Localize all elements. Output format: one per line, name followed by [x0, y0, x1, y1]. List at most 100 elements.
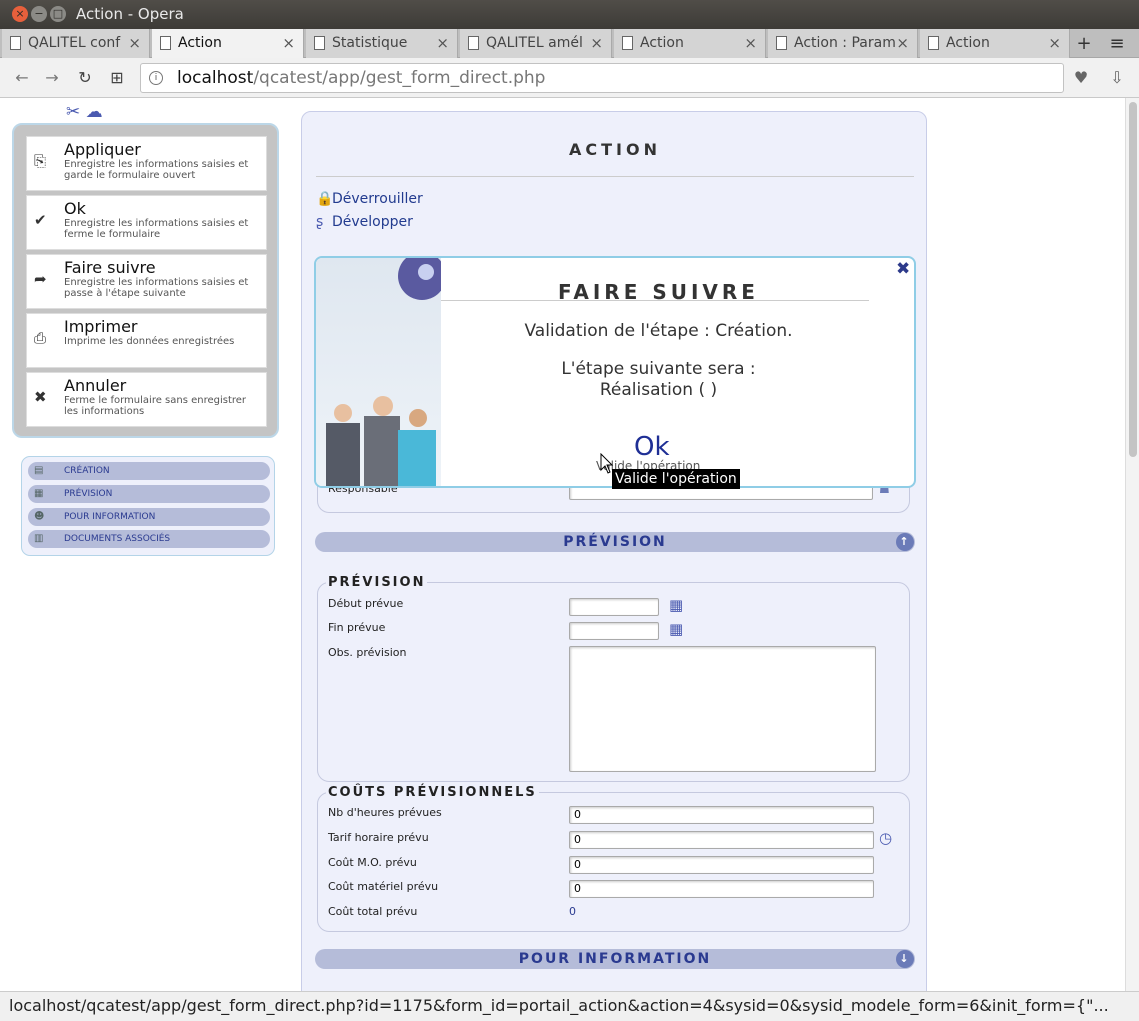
step-label: DOCUMENTS ASSOCIÉS	[64, 534, 171, 544]
download-icon[interactable]: ⇩	[1106, 68, 1128, 87]
step-label: PRÉVISION	[64, 489, 113, 499]
action-label: Faire suivre	[64, 258, 156, 277]
collapse-up-icon[interactable]: ↑	[896, 533, 914, 551]
cout-materiel-label: Coût matériel prévu	[328, 880, 439, 893]
url-path: /qcatest/app/gest_form_direct.php	[253, 68, 546, 88]
checkmark-icon: ✔	[34, 211, 47, 229]
page-content: ✂ ☁ ⎘ Appliquer Enregistre les information…	[0, 98, 1125, 991]
tarif-input[interactable]: 0	[569, 831, 874, 849]
url-host: localhost	[177, 68, 254, 88]
obs-label: Obs. prévision	[328, 646, 407, 659]
unlock-link[interactable]: 🔒Déverrouiller	[316, 191, 423, 207]
section-info-header[interactable]: POUR INFORMATION ↓	[315, 949, 915, 969]
tab-close-icon[interactable]: ×	[128, 34, 141, 52]
heart-icon[interactable]: ♥	[1070, 68, 1092, 87]
step-prevision[interactable]: ▦ PRÉVISION	[28, 485, 270, 503]
fin-date-input[interactable]	[569, 622, 659, 640]
tab-action-param[interactable]: Action : Param ×	[768, 29, 918, 58]
action-description: Imprime les données enregistrées	[64, 336, 235, 347]
apply-button[interactable]: ⎘ Appliquer Enregistre les informations sa…	[26, 136, 267, 191]
step-documents[interactable]: ▥ DOCUMENTS ASSOCIÉS	[28, 530, 270, 548]
tab-action-2[interactable]: Action ×	[614, 29, 766, 58]
edit-icon: ▦	[34, 488, 44, 499]
site-info-icon[interactable]: i	[149, 71, 163, 85]
page-icon	[622, 36, 633, 50]
tab-action-active[interactable]: Action ×	[152, 29, 304, 58]
action-description: Ferme le formulaire sans enregistrer les…	[64, 395, 247, 417]
calendar-icon[interactable]: ▦	[669, 620, 683, 638]
tab-label: Action	[946, 35, 990, 51]
tab-qalitel-conf[interactable]: QALITEL conf ×	[2, 29, 150, 58]
next-step-name: Réalisation ( )	[599, 380, 718, 400]
cout-total-label: Coût total prévu	[328, 905, 418, 918]
window-close-button[interactable]: ×	[12, 6, 28, 22]
page-icon	[776, 36, 787, 50]
action-form: ACTION 🔒Déverrouiller ʂ Développer Respon…	[301, 111, 927, 991]
tarif-label: Tarif horaire prévu	[328, 831, 429, 844]
cout-materiel-input[interactable]: 0	[569, 880, 874, 898]
address-bar: ← → ↻ ⊞ i localhost/qcatest/app/gest_for…	[0, 58, 1139, 98]
mouse-cursor-icon	[600, 453, 614, 474]
ok-button[interactable]: ✔ Ok Enregistre les informations saisies e…	[26, 195, 267, 250]
dialog-ok-button[interactable]: Ok	[634, 432, 670, 462]
cancel-button[interactable]: ✖ Annuler Ferme le formulaire sans enregis…	[26, 372, 267, 427]
url-input[interactable]: i localhost/qcatest/app/gest_form_direct…	[140, 63, 1064, 93]
couts-legend: COÛTS PRÉVISIONNELS	[326, 785, 539, 800]
title-divider	[316, 176, 914, 177]
tab-close-icon[interactable]: ×	[436, 34, 449, 52]
window-minimize-button[interactable]: −	[31, 6, 47, 22]
faire-suivre-dialog: ✖ FAIRE SUIVRE Validation de l'étape : C…	[314, 256, 916, 488]
action-description: Enregistre les informations saisies et f…	[64, 218, 249, 240]
step-creation[interactable]: ▤ CRÉATION	[28, 462, 270, 480]
tab-bar: QALITEL conf × Action × Statistique × QALIT…	[0, 29, 1139, 58]
tab-close-icon[interactable]: ×	[896, 34, 909, 52]
actions-panel: ⎘ Appliquer Enregistre les informations sa…	[12, 123, 279, 438]
step-pour-information[interactable]: ☻ POUR INFORMATION	[28, 508, 270, 526]
calendar-icon[interactable]: ▦	[669, 596, 683, 614]
obs-textarea[interactable]	[569, 646, 876, 772]
document-icon: ▥	[34, 533, 44, 544]
heures-label: Nb d'heures prévues	[328, 806, 442, 819]
tab-menu-icon[interactable]: ≡	[1106, 33, 1128, 54]
scrollbar-thumb[interactable]	[1129, 102, 1137, 457]
forward-button[interactable]: ➦ Faire suivre Enregistre les informations…	[26, 254, 267, 309]
forward-arrow-icon[interactable]: →	[41, 68, 63, 87]
section-prevision-header[interactable]: PRÉVISION ↑	[315, 532, 915, 552]
printer-icon: ⎙	[34, 329, 47, 347]
action-description: Enregistre les informations saisies et g…	[64, 159, 249, 181]
tab-qalitel-amel[interactable]: QALITEL amél ×	[460, 29, 612, 58]
new-tab-button[interactable]: +	[1073, 33, 1095, 54]
lock-icon: 🔒	[316, 191, 334, 207]
action-label: Imprimer	[64, 317, 138, 336]
step-label: CRÉATION	[64, 466, 110, 476]
tab-close-icon[interactable]: ×	[590, 34, 603, 52]
back-arrow-icon[interactable]: ←	[11, 68, 33, 87]
users-icon: ☻	[34, 511, 45, 522]
clock-icon[interactable]: ◷	[879, 829, 892, 847]
cut-weibo-icons[interactable]: ✂ ☁	[66, 102, 103, 122]
tab-close-icon[interactable]: ×	[1048, 34, 1061, 52]
tab-action-3[interactable]: Action ×	[920, 29, 1070, 58]
heures-input[interactable]: 0	[569, 806, 874, 824]
page-icon	[10, 36, 21, 50]
expand-link[interactable]: ʂ Développer	[316, 214, 413, 230]
tab-label: Action	[640, 35, 684, 51]
dialog-close-icon[interactable]: ✖	[896, 259, 910, 279]
tab-close-icon[interactable]: ×	[744, 34, 757, 52]
tab-label: Action : Param	[794, 35, 896, 51]
expand-label: Développer	[332, 214, 413, 230]
speed-dial-grid-icon[interactable]: ⊞	[106, 68, 128, 87]
expand-down-icon[interactable]: ↓	[896, 950, 914, 968]
next-step-label: L'étape suivante sera :	[561, 359, 756, 379]
debut-date-input[interactable]	[569, 598, 659, 616]
print-button[interactable]: ⎙ Imprimer Imprime les données enregistrée…	[26, 313, 267, 368]
tab-label: QALITEL conf	[28, 35, 121, 51]
tab-statistique[interactable]: Statistique ×	[306, 29, 458, 58]
cout-mo-input[interactable]: 0	[569, 856, 874, 874]
prevision-legend: PRÉVISION	[326, 575, 428, 590]
reload-icon[interactable]: ↻	[74, 68, 96, 87]
page-scrollbar[interactable]	[1125, 98, 1139, 991]
page-icon	[160, 36, 171, 50]
tab-close-icon[interactable]: ×	[282, 34, 295, 52]
window-maximize-button[interactable]: □	[50, 6, 66, 22]
